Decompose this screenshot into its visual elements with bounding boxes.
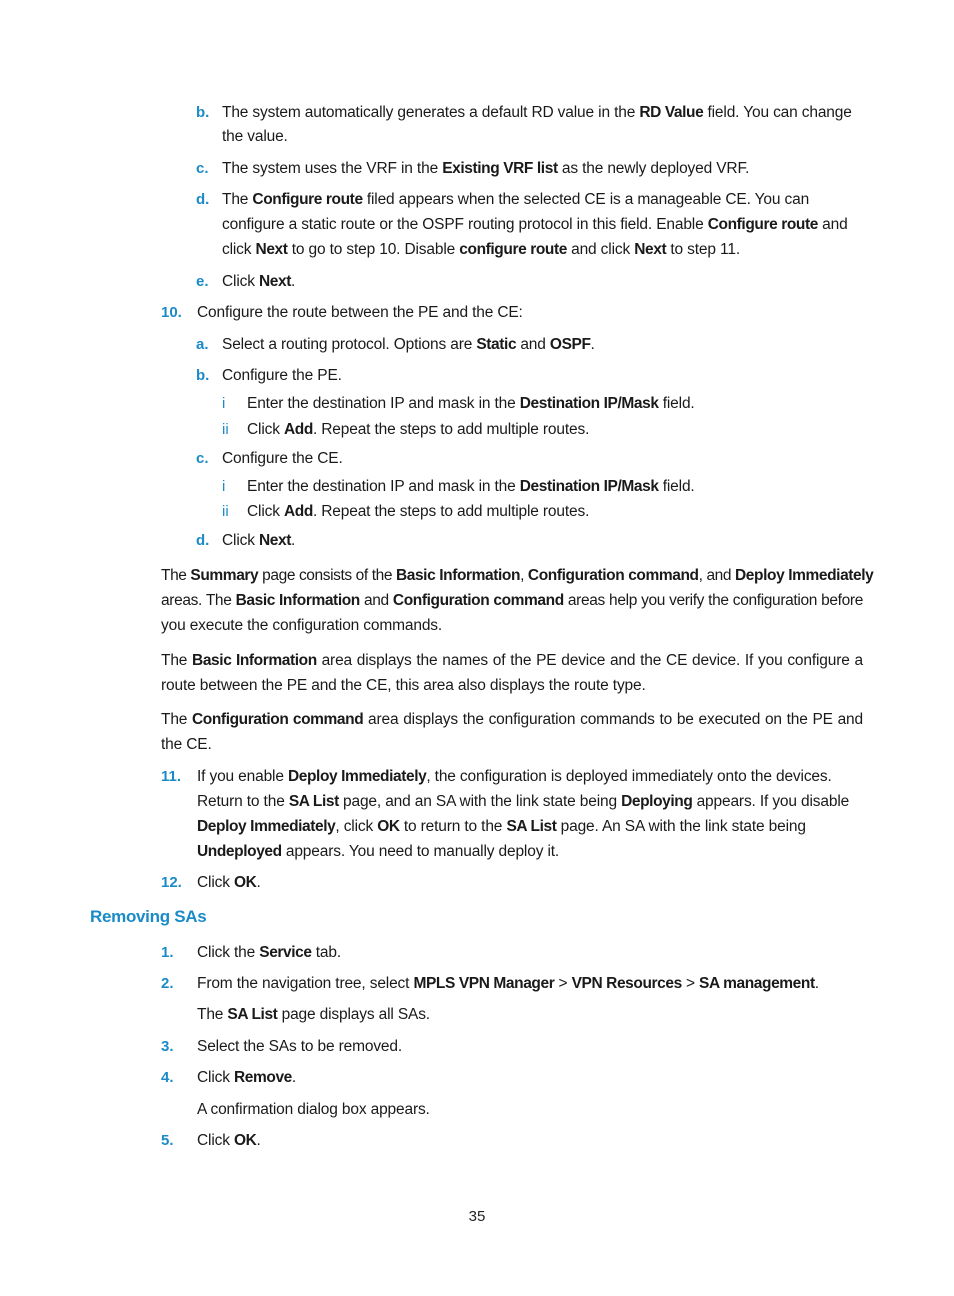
list-label: i	[222, 395, 226, 412]
list-label: e.	[196, 273, 209, 290]
ui-term: Service	[259, 944, 312, 961]
step-text: From the navigation tree, select MPLS VP…	[197, 975, 819, 992]
ui-term: Destination IP/Mask	[519, 478, 659, 495]
list-label: b.	[196, 367, 210, 384]
list-label: c.	[196, 160, 209, 177]
ui-term: SA management	[699, 975, 815, 992]
ui-term: MPLS VPN Manager	[413, 975, 555, 992]
paragraph-line: route between the PE and the CE, this ar…	[161, 677, 646, 694]
ui-term: Deploying	[621, 793, 693, 810]
ui-term: Next	[259, 273, 291, 290]
ui-term: OK	[377, 818, 400, 835]
ui-term: Static	[476, 336, 517, 353]
step-text: Click OK.	[197, 1132, 261, 1149]
step-text: The Configure route filed appears when t…	[222, 191, 810, 208]
step-text: Select the SAs to be removed.	[197, 1038, 403, 1055]
ui-term: Basic Information	[395, 567, 521, 584]
step-text: configure a static route or the OSPF rou…	[222, 216, 848, 233]
list-label: a.	[196, 336, 209, 353]
paragraph-line: The Configuration command area displays …	[161, 711, 863, 728]
step-text: Click Add. Repeat the steps to add multi…	[247, 503, 590, 520]
ui-term: Configuration command	[527, 567, 699, 584]
step-text: Click Remove.	[197, 1069, 297, 1086]
paragraph-line: areas. The Basic Information and Configu…	[161, 592, 863, 609]
step-text: Click Add. Repeat the steps to add multi…	[247, 421, 590, 438]
step-text: Enter the destination IP and mask in the…	[247, 395, 695, 412]
ui-term: Undeployed	[197, 843, 282, 860]
step-text: Configure the CE.	[222, 450, 343, 467]
ui-term: Configure route	[252, 191, 363, 208]
list-label: i	[222, 478, 226, 495]
ui-term: Configure route	[707, 216, 819, 233]
step-note: The SA List page displays all SAs.	[197, 1006, 430, 1023]
ui-term: Summary	[190, 567, 259, 584]
step-text: Click OK.	[197, 874, 261, 891]
step-number: 10.	[161, 304, 182, 321]
ui-term: Add	[284, 421, 313, 438]
step-text: Click Next.	[222, 273, 296, 290]
section-heading: Removing SAs	[90, 907, 207, 926]
ui-term: OK	[234, 874, 257, 891]
step-number: 12.	[161, 874, 182, 891]
ui-term: Add	[284, 503, 313, 520]
ui-term: Deploy Immediately	[287, 768, 427, 785]
ui-term: OSPF	[549, 336, 591, 353]
step-text: Click Next.	[222, 532, 296, 549]
paragraph-line: The Summary page consists of the Basic I…	[161, 567, 874, 584]
ui-term: Basic Information	[235, 592, 361, 609]
step-text: If you enable Deploy Immediately, the co…	[197, 768, 832, 785]
ui-term: Next	[255, 241, 288, 258]
ui-term: Basic Information	[192, 652, 317, 669]
paragraph-line: The Basic Information area displays the …	[161, 652, 863, 669]
step-text: the value.	[222, 128, 288, 145]
step-number: 1.	[161, 944, 174, 961]
ui-term: Configuration command	[392, 592, 564, 609]
ui-term: Configuration command	[192, 711, 364, 728]
ui-term: Remove	[234, 1069, 292, 1086]
ui-term: configure route	[459, 241, 567, 258]
ui-term: Next	[259, 532, 291, 549]
step-number: 5.	[161, 1132, 174, 1149]
step-number: 11.	[161, 768, 182, 785]
step-number: 3.	[161, 1038, 174, 1055]
ui-term: Destination IP/Mask	[519, 395, 659, 412]
step-text: Undeployed appears. You need to manually…	[197, 843, 560, 860]
ui-term: Next	[634, 241, 667, 258]
list-label: d.	[196, 191, 210, 208]
ui-term: OK	[234, 1132, 257, 1149]
ui-term: VPN Resources	[571, 975, 683, 992]
step-text: The system uses the VRF in the Existing …	[222, 160, 750, 177]
list-label: c.	[196, 450, 209, 467]
ui-term: RD Value	[639, 104, 704, 121]
step-text: Configure the route between the PE and t…	[197, 304, 523, 321]
ui-term: Deploy Immediately	[735, 567, 874, 584]
paragraph-line: you execute the configuration commands.	[161, 617, 443, 634]
list-label: b.	[196, 104, 210, 121]
step-text: Enter the destination IP and mask in the…	[247, 478, 695, 495]
step-note: A confirmation dialog box appears.	[197, 1101, 430, 1118]
ui-term: SA List	[288, 793, 339, 810]
step-text: Configure the PE.	[222, 367, 342, 384]
step-text: Select a routing protocol. Options are S…	[222, 336, 595, 353]
step-number: 4.	[161, 1069, 174, 1086]
ui-term: Existing VRF list	[442, 160, 558, 177]
step-text: Return to the SA List page, and an SA wi…	[197, 793, 850, 810]
page-number: 35	[468, 1208, 486, 1225]
step-text: click Next to go to step 10. Disable con…	[222, 241, 740, 258]
step-text: Deploy Immediately, click OK to return t…	[197, 818, 806, 835]
list-label: ii	[222, 503, 229, 520]
ui-term: Deploy Immediately	[197, 818, 336, 835]
step-number: 2.	[161, 975, 174, 992]
step-text: The system automatically generates a def…	[222, 104, 852, 121]
paragraph-line: the CE.	[161, 736, 212, 753]
ui-term: SA List	[506, 818, 557, 835]
step-text: Click the Service tab.	[197, 944, 342, 961]
ui-term: SA List	[227, 1006, 278, 1023]
list-label: d.	[196, 532, 210, 549]
list-label: ii	[222, 421, 229, 438]
